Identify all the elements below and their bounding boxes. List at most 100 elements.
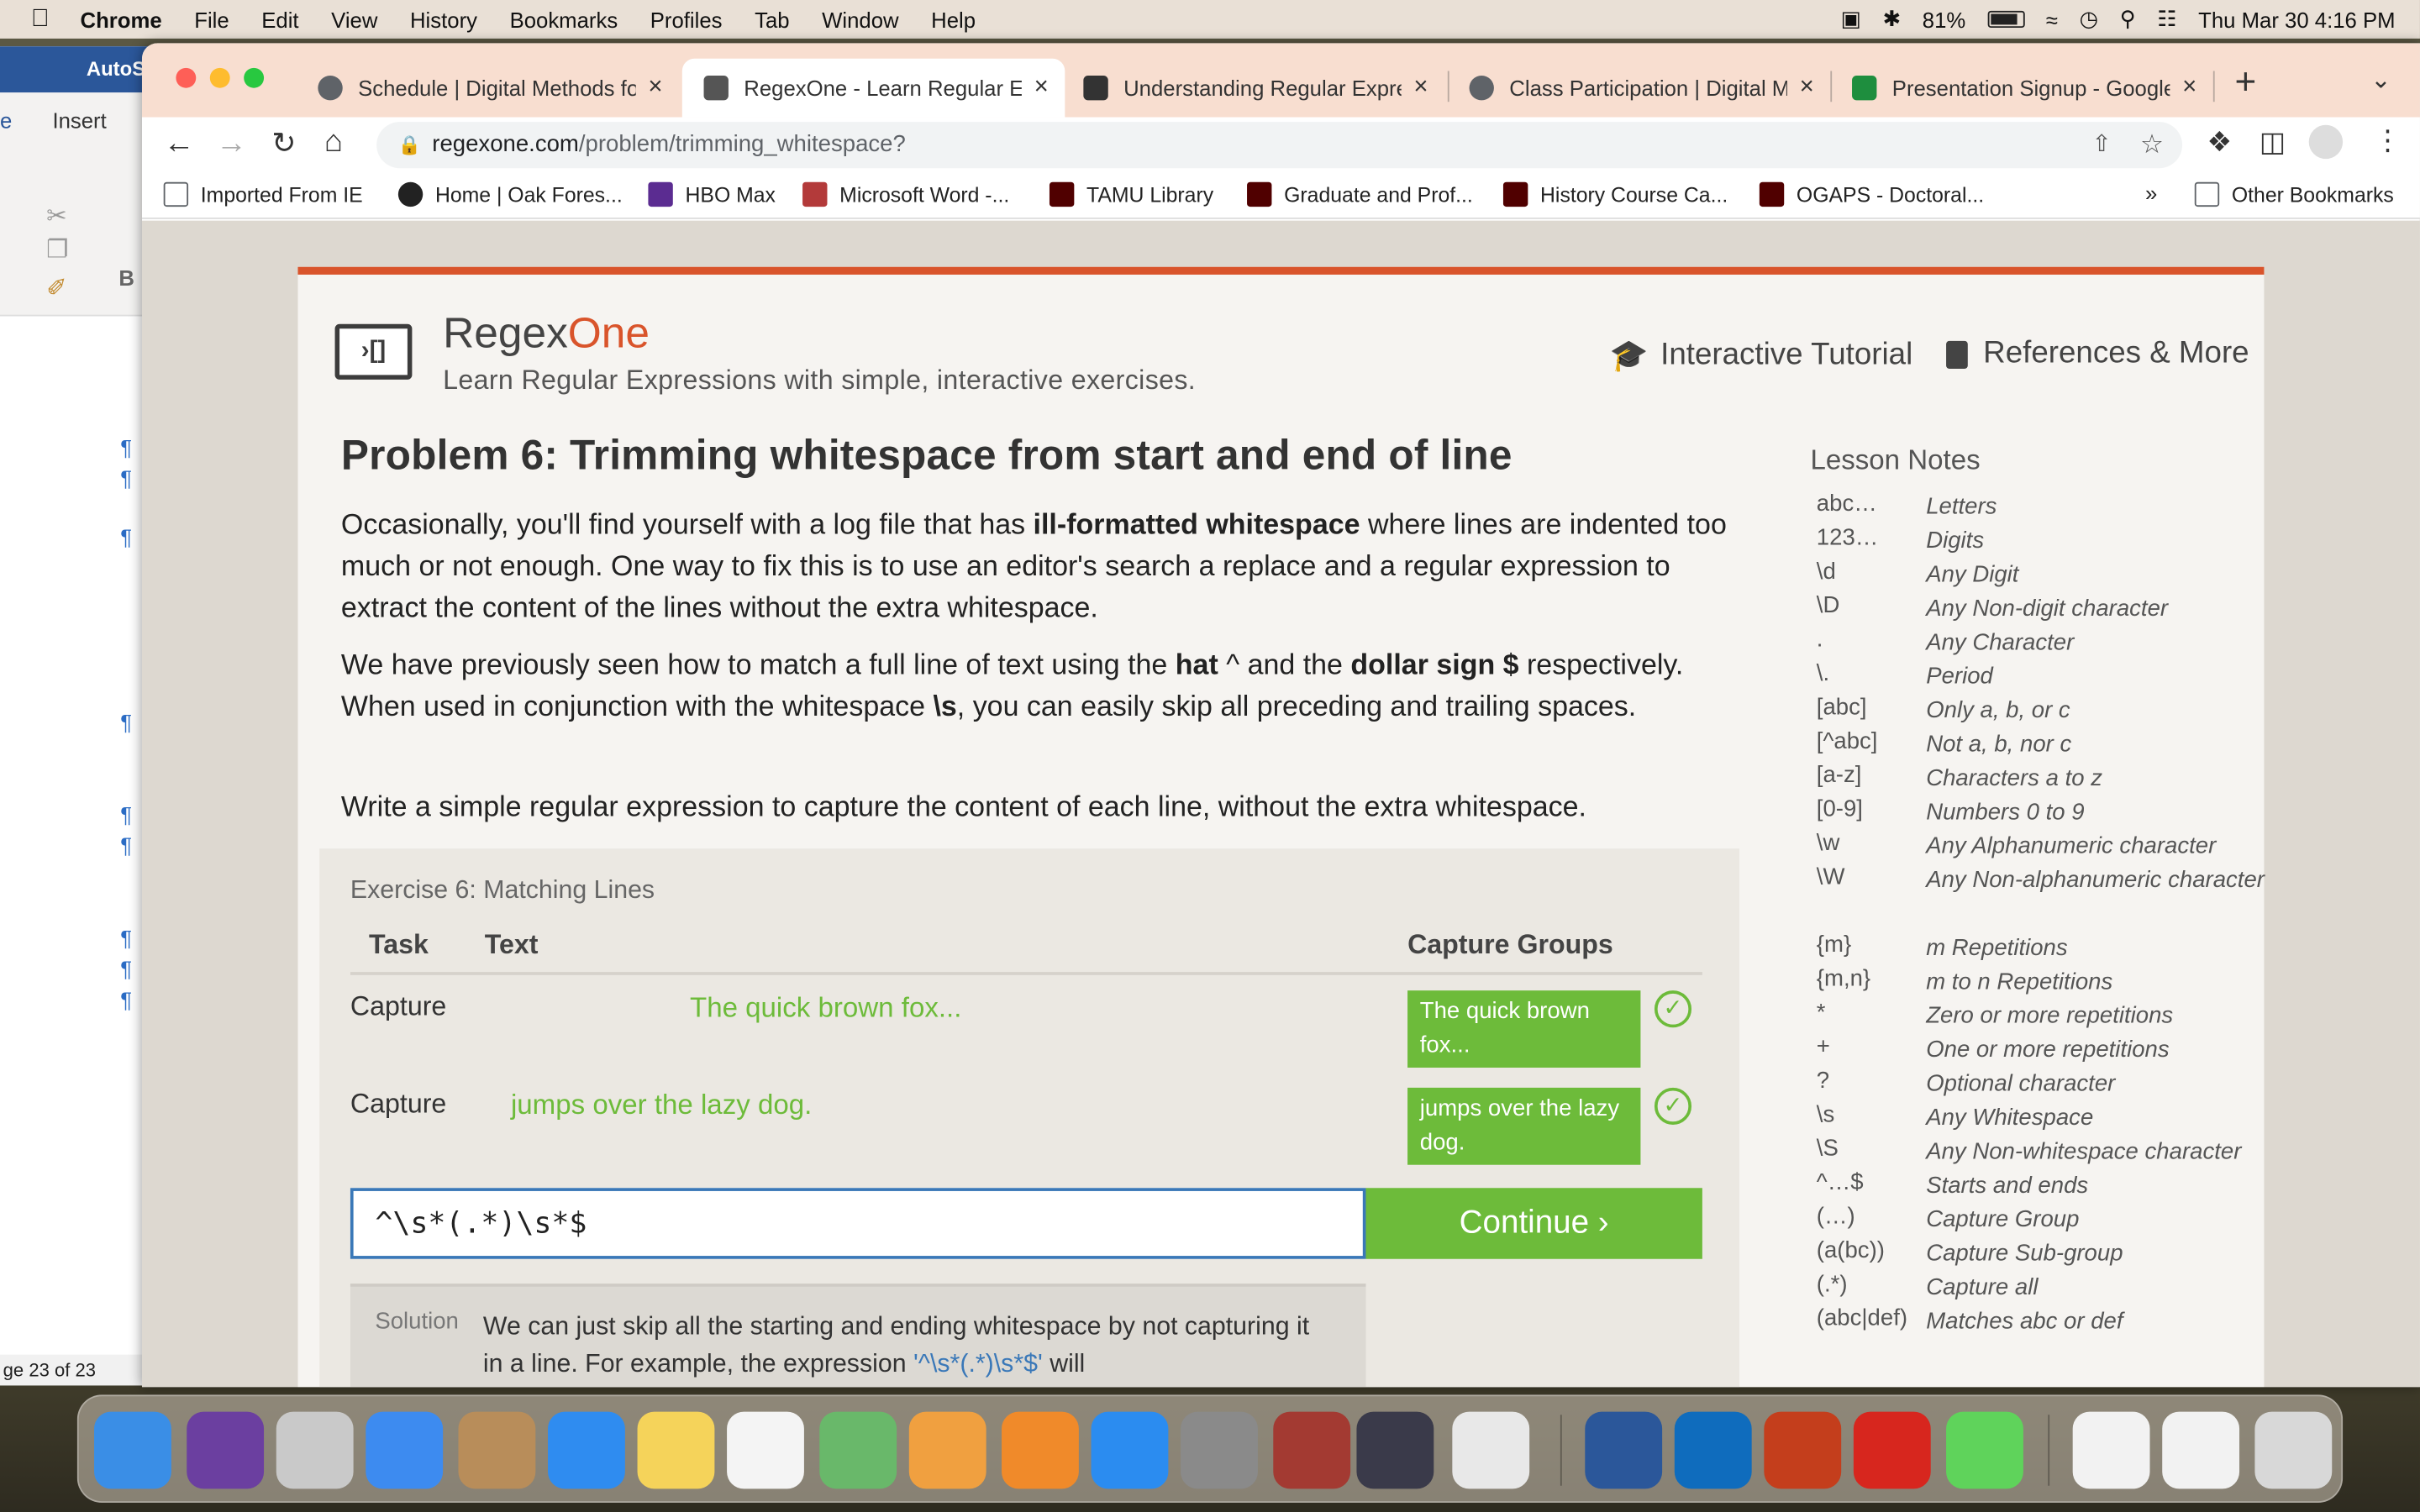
launchpad-icon[interactable]: [276, 1411, 354, 1489]
site-brand[interactable]: RegexOne: [443, 308, 650, 358]
clock-datetime[interactable]: Thu Mar 30 4:16 PM: [2198, 7, 2395, 31]
format-painter-icon[interactable]: ✐: [46, 273, 67, 304]
emphasis: hat: [1175, 648, 1218, 680]
bookmark-hbo-max[interactable]: HBO Max: [648, 181, 776, 207]
close-tab-icon[interactable]: ×: [1800, 74, 1814, 102]
close-tab-icon[interactable]: ×: [648, 74, 662, 102]
app-store-icon[interactable]: [1091, 1411, 1169, 1489]
bookmark-tamu-library[interactable]: TAMU Library: [1049, 181, 1213, 207]
word-ribbon: e Insert ✂ ❐ ✐ B: [0, 92, 155, 317]
forward-icon[interactable]: →: [216, 127, 247, 162]
menu-profiles[interactable]: Profiles: [650, 7, 723, 31]
trash-icon[interactable]: [2254, 1411, 2333, 1489]
mail-icon[interactable]: [366, 1411, 444, 1489]
document-preview-1-icon[interactable]: [2072, 1411, 2150, 1489]
solution-code: '^\s*(.*)\s*$': [913, 1350, 1043, 1378]
bookmark-graduate[interactable]: Graduate and Prof...: [1247, 181, 1473, 207]
menu-view[interactable]: View: [331, 7, 377, 31]
side-panel-icon[interactable]: ◫: [2260, 127, 2286, 160]
menu-history[interactable]: History: [410, 7, 477, 31]
word-icon[interactable]: [1585, 1411, 1663, 1489]
continue-button[interactable]: Continue ›: [1365, 1188, 1702, 1259]
finder-icon[interactable]: [94, 1411, 171, 1489]
time-machine-icon[interactable]: ◷: [2080, 6, 2098, 32]
powerpoint-icon[interactable]: [1764, 1411, 1842, 1489]
back-icon[interactable]: ←: [164, 127, 195, 162]
apple-icon[interactable]: : [31, 5, 50, 33]
bookmark-star-icon[interactable]: ☆: [2140, 122, 2164, 168]
copy-icon[interactable]: ❐: [46, 234, 68, 265]
bookmark-microsoft-word[interactable]: Microsoft Word -...: [802, 181, 1009, 207]
siri-icon[interactable]: [187, 1411, 265, 1489]
minimize-window-button[interactable]: [209, 67, 230, 88]
lesson-note-key: \.: [1816, 660, 1830, 687]
chrome-icon[interactable]: [1452, 1411, 1530, 1489]
close-tab-icon[interactable]: ×: [1034, 74, 1049, 102]
battery-icon[interactable]: [1987, 10, 2025, 29]
bold-icon[interactable]: B: [118, 265, 134, 290]
bookmark-oak-forest[interactable]: Home | Oak Fores...: [397, 181, 623, 207]
notes-icon[interactable]: [637, 1411, 715, 1489]
regexone-logo-icon[interactable]: ›[]: [334, 323, 413, 380]
menu-file[interactable]: File: [194, 7, 229, 31]
contacts-icon[interactable]: [458, 1411, 536, 1489]
books-icon[interactable]: [1002, 1411, 1079, 1489]
maps-icon[interactable]: [819, 1411, 897, 1489]
photos-icon[interactable]: [908, 1411, 986, 1489]
tab-schedule[interactable]: Schedule | Digital Methods fo ×: [297, 59, 680, 118]
dictionary-icon[interactable]: [1273, 1411, 1351, 1489]
address-bar[interactable]: 🔒 regexone.com/problem/trimming_whitespa…: [376, 122, 2183, 169]
lesson-note-key: .: [1816, 626, 1823, 653]
close-tab-icon[interactable]: ×: [1413, 74, 1428, 102]
menu-tab[interactable]: Tab: [755, 7, 789, 31]
wifi-icon[interactable]: ≈: [2046, 7, 2058, 31]
nav-interactive-tutorial[interactable]: 🎓 Interactive Tutorial: [1610, 336, 1913, 375]
document-preview-2-icon[interactable]: [2162, 1411, 2240, 1489]
outlook-icon[interactable]: [1674, 1411, 1752, 1489]
system-preferences-icon[interactable]: [1181, 1411, 1258, 1489]
bookmark-history-course[interactable]: History Course Ca...: [1502, 181, 1728, 207]
tab-understanding-regex[interactable]: Understanding Regular Expre ×: [1062, 59, 1445, 118]
reminders-icon[interactable]: [727, 1411, 804, 1489]
display-status-icon[interactable]: ▣: [1841, 6, 1861, 32]
menu-bookmarks[interactable]: Bookmarks: [510, 7, 618, 31]
zoom-window-button[interactable]: [244, 67, 265, 88]
regex-input[interactable]: ^\s*(.*)\s*$: [350, 1188, 1366, 1259]
menu-help[interactable]: Help: [931, 7, 976, 31]
bookmark-other[interactable]: Other Bookmarks: [2194, 181, 2394, 207]
chrome-menu-icon[interactable]: ⋮: [2374, 125, 2402, 158]
extensions-icon[interactable]: ❖: [2207, 127, 2232, 160]
close-window-button[interactable]: [176, 67, 197, 88]
share-icon[interactable]: ⇧: [2092, 122, 2112, 168]
tab-regexone[interactable]: RegexOne - Learn Regular Ex ×: [681, 58, 1065, 118]
close-tab-icon[interactable]: ×: [2182, 74, 2196, 102]
safari-icon[interactable]: [548, 1411, 625, 1489]
messages-icon[interactable]: [1946, 1411, 2023, 1489]
word-tab-partial[interactable]: e: [0, 108, 12, 133]
menu-app-name[interactable]: Chrome: [81, 7, 162, 31]
problem-paragraph-3: Write a simple regular expression to cap…: [340, 790, 1586, 822]
tab-presentation-signup[interactable]: Presentation Signup - Google ×: [1830, 59, 2213, 118]
tab-search-chevron-icon[interactable]: ⌄: [2370, 65, 2391, 96]
new-tab-icon[interactable]: +: [2235, 61, 2257, 104]
acrobat-icon[interactable]: [1853, 1411, 1931, 1489]
more-bookmarks-chevron-icon[interactable]: »: [2145, 181, 2157, 205]
profile-avatar[interactable]: [2308, 124, 2344, 160]
home-icon[interactable]: ⌂: [324, 125, 343, 160]
bookmark-ogaps[interactable]: OGAPS - Doctoral...: [1759, 181, 1984, 207]
bookmark-imported-from-ie[interactable]: Imported From IE: [163, 181, 363, 207]
word-tab-insert[interactable]: Insert: [52, 108, 106, 133]
menu-edit[interactable]: Edit: [261, 7, 298, 31]
spotlight-search-icon[interactable]: ⚲: [2120, 6, 2136, 32]
text: ^ and the: [1218, 648, 1351, 680]
medieval-game-icon[interactable]: [1356, 1411, 1434, 1489]
control-center-icon[interactable]: ☷: [2157, 6, 2176, 32]
cut-icon[interactable]: ✂: [46, 201, 67, 232]
text: , you can easily skip all preceding and …: [956, 690, 1637, 722]
bluetooth-icon[interactable]: ✱: [1883, 6, 1902, 32]
menu-window[interactable]: Window: [822, 7, 898, 31]
reload-icon[interactable]: ↻: [271, 127, 296, 162]
nav-references[interactable]: References & More: [1946, 336, 2249, 371]
lock-icon[interactable]: 🔒: [398, 122, 421, 168]
tab-class-participation[interactable]: Class Participation | Digital M ×: [1448, 59, 1831, 118]
